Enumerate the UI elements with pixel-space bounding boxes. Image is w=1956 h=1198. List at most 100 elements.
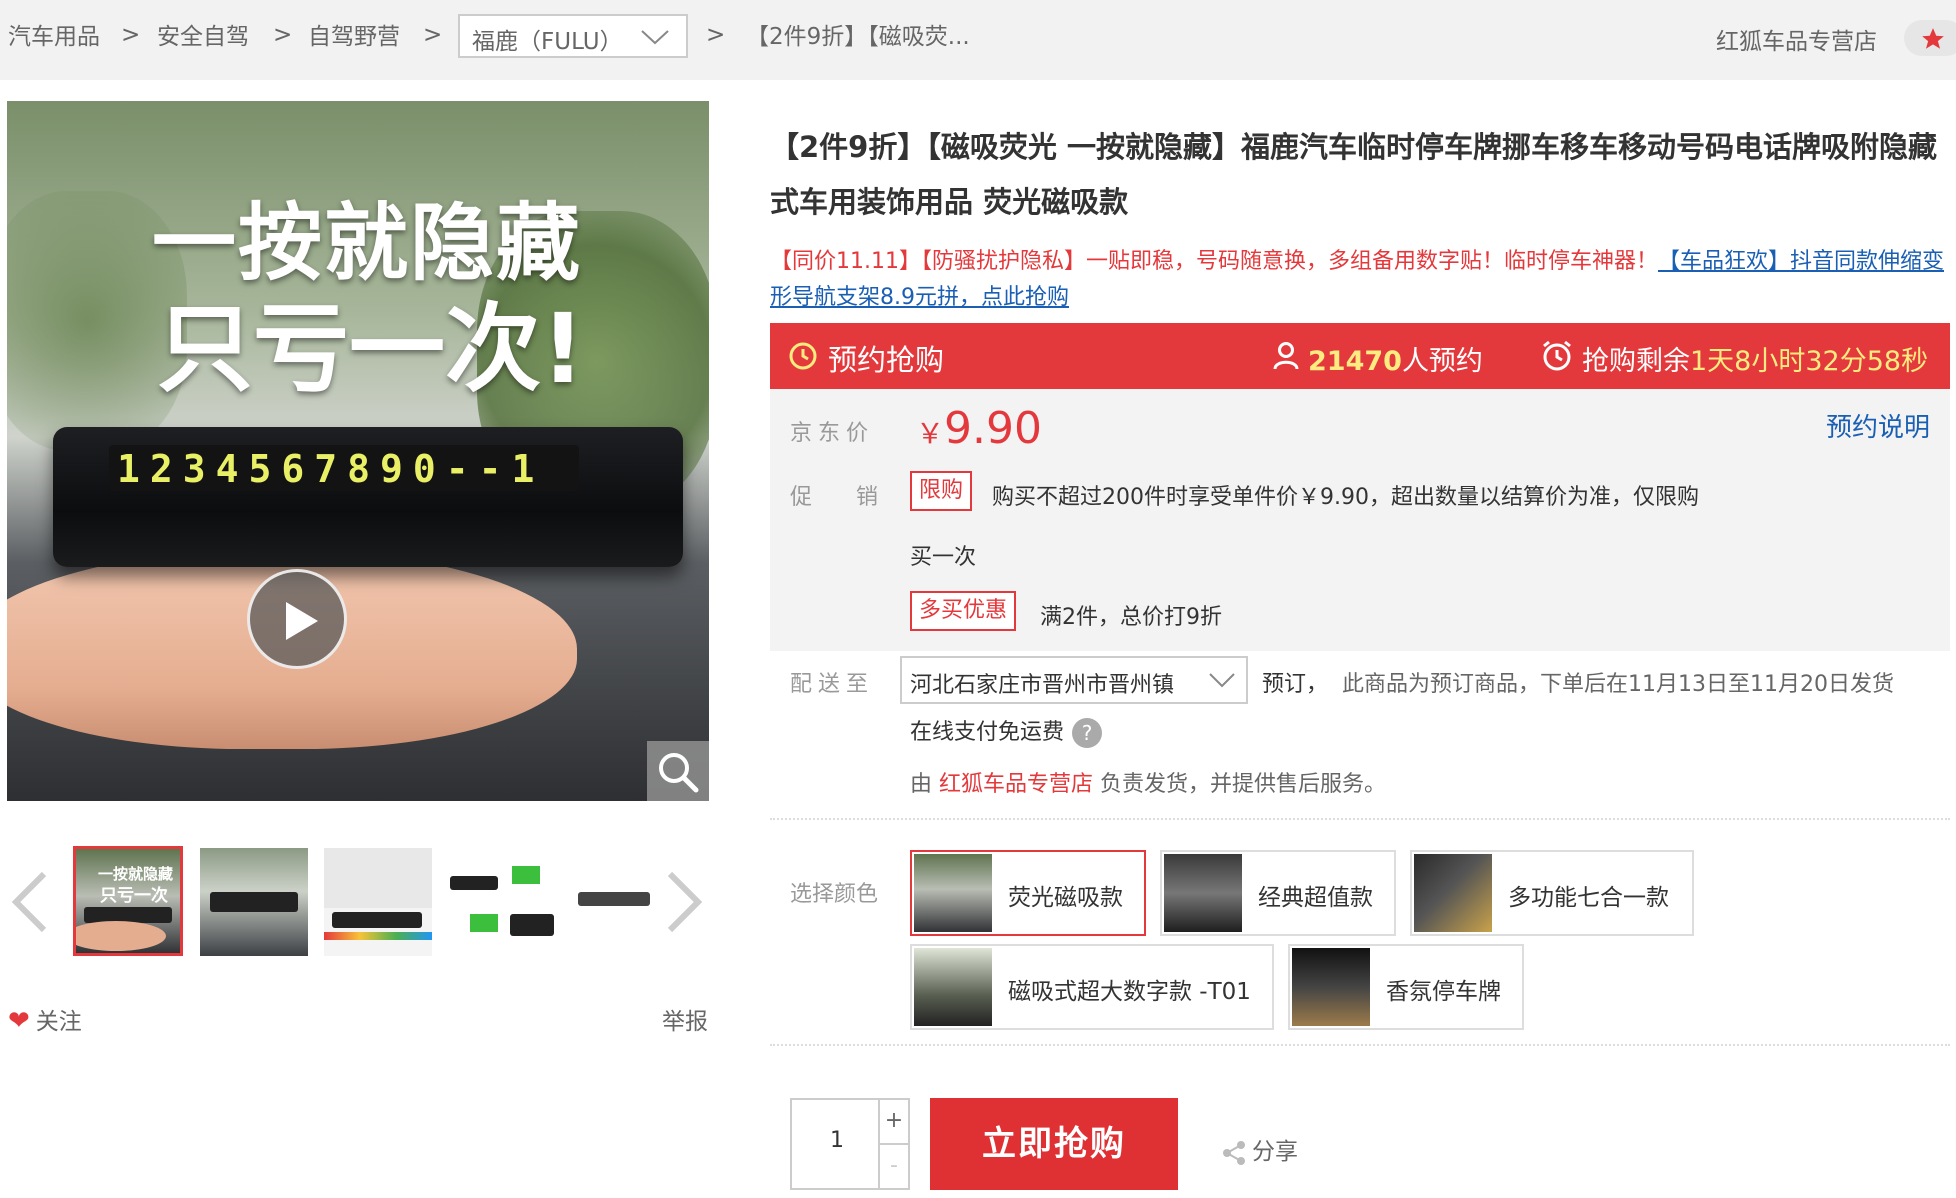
price-value: ￥9.90 [916,403,1042,454]
limit-tag: 限购 [910,471,973,511]
product-title: 【2件9折】【磁吸荧光 一按就隐藏】福鹿汽车临时停车牌挪车移车移动号码电话牌吸附… [770,130,1937,219]
parking-plate-illustration: 1234567890--1 [53,427,683,567]
thumbnail-panel [324,848,432,908]
color-option-thumbnail [914,948,992,1026]
heart-icon: ❤ [8,1006,30,1036]
reservation-count: 21470人预约 [1308,346,1483,377]
breadcrumb-item-camping[interactable]: 自驾野营 [308,22,400,52]
thumbnail-plate [210,892,298,912]
multi-buy-description: 满2件，总价打9折 [1040,605,1222,630]
thumbnail-1[interactable]: 一按就隐藏 只亏一次 [73,846,183,956]
divider [770,1044,1950,1046]
thumbnail-plate [332,912,422,928]
magnifier-icon [659,753,699,793]
reservation-banner: 预约抢购 21470人预约 抢购剩余1天8小时32分58秒 [770,323,1950,389]
thumbnail-3[interactable] [324,848,432,956]
reservation-info-link[interactable]: 预约说明 [1826,407,1930,444]
question-icon[interactable]: ? [1072,718,1103,748]
thumbnail-2[interactable] [200,848,308,956]
seller-info: 由 红狐车品专营店 负责发货，并提供售后服务。 [910,772,1387,797]
color-option-label: 磁吸式超大数字款 -T01 [1008,979,1251,1005]
color-option-thumbnail [914,854,992,932]
share-button[interactable]: 分享 [1220,1132,1298,1167]
breadcrumb-separator: > [706,22,726,48]
countdown-timer: 抢购剩余1天8小时32分58秒 [1582,346,1929,377]
shop-name-link[interactable]: 红狐车品专营店 [1716,22,1877,56]
plate-screen: 1234567890--1 [109,445,579,491]
breadcrumb-separator: > [423,22,443,48]
breadcrumb-current: 【2件9折】【磁吸荧... [746,24,970,50]
thumbnail-badge [470,914,498,932]
buy-now-button[interactable]: 立即抢购 [930,1098,1178,1190]
color-option-label: 荧光磁吸款 [1008,885,1123,911]
quantity-stepper: 1 + - [790,1098,910,1190]
promotion-label: 促销 [790,485,923,510]
chevron-down-icon [641,30,669,45]
chevron-down-icon [1209,673,1235,688]
clock-icon [789,342,817,370]
breadcrumb-item-car-supplies[interactable]: 汽车用品 [8,22,100,52]
main-product-image[interactable]: 一按就隐藏 只亏一次! 1234567890--1 [7,101,709,801]
share-icon [1223,1140,1245,1165]
color-option-fluorescent[interactable]: 荧光磁吸款 [910,850,1146,936]
thumbnail-5[interactable] [574,848,652,956]
share-label: 分享 [1252,1139,1298,1165]
color-option-multifunction[interactable]: 多功能七合一款 [1410,850,1694,936]
quantity-plus-button[interactable]: + [878,1100,908,1145]
thumbnail-next-button[interactable] [664,870,706,938]
divider [770,818,1950,820]
follow-label: 关注 [35,1009,82,1035]
color-option-classic[interactable]: 经典超值款 [1160,850,1396,936]
multi-buy-tag: 多买优惠 [910,591,1017,631]
quantity-input[interactable]: 1 [792,1128,882,1153]
seller-shop-link[interactable]: 红狐车品专营店 [939,772,1093,797]
follow-shop-button[interactable] [1904,20,1956,56]
color-option-large-digits[interactable]: 磁吸式超大数字款 -T01 [910,944,1274,1030]
color-option-label: 经典超值款 [1258,885,1373,911]
thumbnail-badge [512,866,540,884]
color-option-thumbnail [1292,948,1370,1026]
thumbnail-subheadline: 只亏一次 [100,886,168,906]
price-label: 京东价 [790,421,875,446]
color-option-label: 多功能七合一款 [1508,885,1669,911]
address-dropdown[interactable]: 河北石家庄市晋州市晋州镇 [900,656,1248,704]
free-shipping-info: 在线支付免运费? [910,714,1103,748]
price-panel: 京东价 ￥9.90 预约说明 促销 限购 购买不超过200件时享受单件价￥9.9… [770,389,1950,651]
chevron-right-icon [667,871,703,933]
address-value: 河北石家庄市晋州市晋州镇 [910,673,1175,698]
color-option-label: 香氛停车牌 [1386,979,1501,1005]
follow-button[interactable]: ❤ 关注 [8,1002,82,1036]
thumbnail-plate [578,892,650,906]
thumbnail-hand [76,921,166,951]
plate-digits: 1234567890--1 [117,447,545,491]
brand-dropdown[interactable]: 福鹿（FULU） [458,14,688,58]
shipping-label: 配送至 [790,672,875,697]
limit-description: 购买不超过200件时享受单件价￥9.90，超出数量以结算价为准，仅限购 [992,485,1699,510]
play-video-button[interactable] [247,569,347,669]
user-icon [1273,342,1299,370]
thumbnail-prev-button[interactable] [8,870,50,938]
brand-dropdown-value: 福鹿（FULU） [472,29,623,55]
subtitle-promo-text: 【同价11.11】【防骚扰护隐私】一贴即稳，号码随意换，多组备用数字贴！临时停车… [770,249,1658,274]
reservation-label: 预约抢购 [828,343,945,377]
zoom-button[interactable] [647,741,709,801]
color-option-thumbnail [1414,854,1492,932]
image-subheadline: 只亏一次! [157,293,585,405]
breadcrumb-separator: > [273,22,293,48]
report-link[interactable]: 举报 [662,1002,708,1036]
star-icon [1922,28,1944,49]
color-option-aroma[interactable]: 香氛停车牌 [1288,944,1524,1030]
thumbnail-color-strip [324,932,432,940]
color-label: 选择颜色 [790,882,879,907]
quantity-minus-button[interactable]: - [878,1145,908,1190]
breadcrumb-item-safe-driving[interactable]: 安全自驾 [157,22,249,52]
breadcrumb-separator: > [121,22,141,48]
thumbnail-4[interactable] [448,848,556,956]
chevron-left-icon [11,871,47,933]
breadcrumb: 汽车用品 > 安全自驾 > 自驾野营 > 福鹿（FULU） > 【2件9折】【磁… [0,0,1956,80]
product-subtitle: 【同价11.11】【防骚扰护隐私】一贴即稳，号码随意换，多组备用数字贴！临时停车… [770,244,1945,316]
thumbnail-plate [450,876,498,890]
limit-description-cont: 买一次 [910,545,977,570]
play-icon [286,602,318,640]
thumbnail-plate [510,914,554,936]
